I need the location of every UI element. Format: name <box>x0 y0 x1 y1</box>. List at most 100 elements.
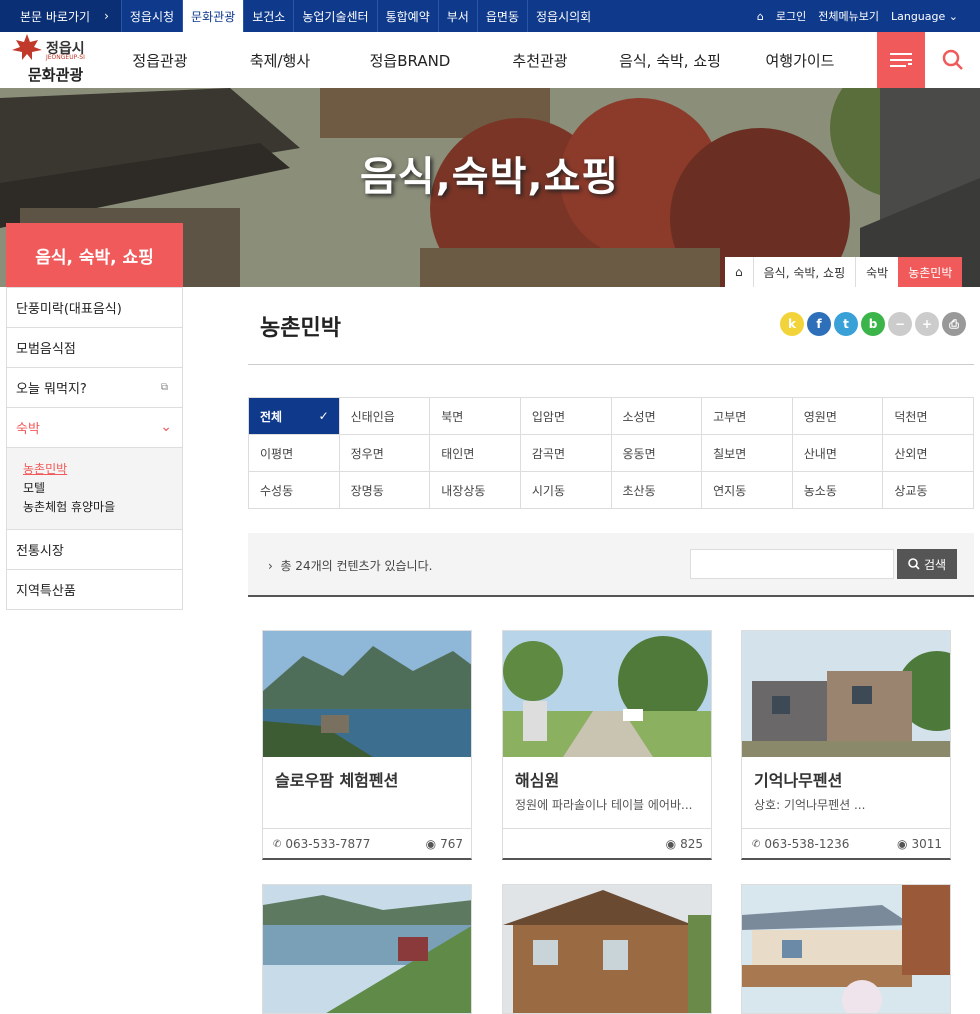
list-item[interactable]: 해심원 정원에 파라솔이나 테이블 에어바... ◉ 825 <box>502 630 712 860</box>
card-phone: ✆ 063-538-1236 <box>752 837 850 851</box>
card-footer: ✆ 063-533-7877 ◉ 767 <box>263 828 471 859</box>
search-submit-button[interactable]: 검색 <box>897 549 957 579</box>
eye-icon: ◉ <box>425 837 437 851</box>
filter-item[interactable]: 산외면 <box>883 435 974 472</box>
topbar-item-city[interactable]: 정읍시청 <box>120 0 182 32</box>
zoom-in-icon[interactable]: + <box>915 312 939 336</box>
search-bar: › 총 24개의 컨텐츠가 있습니다. 검색 <box>248 533 974 597</box>
filter-item[interactable]: 입암면 <box>520 398 612 435</box>
filter-item[interactable]: 감곡면 <box>520 435 612 472</box>
nav-brand[interactable]: 정읍BRAND <box>345 32 475 88</box>
sidebar-item-food[interactable]: 단풍미락(대표음식) <box>7 287 182 327</box>
menu-button[interactable] <box>877 32 925 88</box>
page-title: 농촌민박 <box>260 316 341 341</box>
topbar-item-agri[interactable]: 농업기술센터 <box>293 0 376 32</box>
filter-item[interactable]: 정우면 <box>339 435 431 472</box>
chevron-down-icon: ⌄ <box>948 9 958 23</box>
filter-item[interactable]: 신태인읍 <box>339 398 431 435</box>
zoom-out-icon[interactable]: − <box>888 312 912 336</box>
breadcrumb-current[interactable]: 농촌민박 <box>898 257 963 287</box>
list-item[interactable]: 기억나무펜션 상호: 기억나무펜션 ... ✆ 063-538-1236 ◉ 301… <box>741 630 951 860</box>
top-bar: 본문 바로가기 › 정읍시청 문화관광 보건소 농업기술센터 통합예약 부서 읍면… <box>0 0 980 32</box>
hero-title: 음식,숙박,쇼핑 <box>360 154 620 200</box>
maple-leaf-icon <box>12 34 42 60</box>
result-count: › 총 24개의 컨텐츠가 있습니다. <box>268 559 433 573</box>
twitter-icon[interactable]: t <box>834 312 858 336</box>
filter-item[interactable]: 수성동 <box>249 472 340 509</box>
filter-item[interactable]: 내장상동 <box>430 472 521 509</box>
facebook-icon[interactable]: f <box>807 312 831 336</box>
area-filter: 전체 ✓ 신태인읍 북면 입암면 소성면 고부면 영원면 덕천면 이평면 정우면 … <box>248 397 974 509</box>
home-icon[interactable]: ⌂ <box>725 257 753 287</box>
nav-guide[interactable]: 여행가이드 <box>735 32 865 88</box>
sidebar-item-market[interactable]: 전통시장 <box>7 529 182 569</box>
filter-item[interactable]: 고부면 <box>702 398 793 435</box>
chevron-right-icon: › <box>268 559 273 573</box>
login-link[interactable]: 로그인 <box>776 8 806 24</box>
filter-item[interactable]: 시기동 <box>520 472 612 509</box>
filter-item[interactable]: 북면 <box>430 398 521 435</box>
share-buttons: k f t b − + ⎙ <box>780 312 966 336</box>
card-views: ◉ 825 <box>665 837 703 851</box>
nav-festival[interactable]: 축제/행사 <box>215 32 345 88</box>
list-item-image[interactable] <box>262 884 472 1014</box>
filter-item[interactable]: 소성면 <box>611 398 703 435</box>
sidebar-item-specialty[interactable]: 지역특산품 <box>7 569 182 609</box>
sidebar-title: 음식, 숙박, 쇼핑 <box>6 223 183 287</box>
site-logo[interactable]: 정읍시 JEONGEUP-SI 문화관광 <box>0 32 105 88</box>
filter-item[interactable]: 산내면 <box>792 435 884 472</box>
band-icon[interactable]: b <box>861 312 885 336</box>
nav-food[interactable]: 음식, 숙박, 쇼핑 <box>605 32 735 88</box>
topbar-item-council[interactable]: 정읍시의회 <box>526 0 599 32</box>
filter-item[interactable]: 농소동 <box>792 472 884 509</box>
submenu-item-village[interactable]: 농촌체험 휴양마을 <box>23 498 166 517</box>
submenu-item-farmstay[interactable]: 농촌민박 <box>23 460 166 479</box>
search-icon <box>942 49 963 70</box>
nav-recommend[interactable]: 추천관광 <box>475 32 605 88</box>
sitemap-link[interactable]: 전체메뉴보기 <box>818 8 879 24</box>
filter-item[interactable]: 장명동 <box>339 472 431 509</box>
search-input[interactable] <box>690 549 894 579</box>
nav-tourism[interactable]: 정읍관광 <box>105 32 215 88</box>
submenu-item-motel[interactable]: 모텔 <box>23 479 166 498</box>
sidebar-item-restaurant[interactable]: 모범음식점 <box>7 327 182 367</box>
sidebar-item-today[interactable]: 오늘 뭐먹지? ⧉ <box>7 367 182 407</box>
card-desc: 상호: 기억나무펜션 ... <box>754 798 866 812</box>
filter-item[interactable]: 칠보면 <box>702 435 793 472</box>
print-icon[interactable]: ⎙ <box>942 312 966 336</box>
filter-item[interactable]: 옹동면 <box>611 435 703 472</box>
topbar-item-reserve[interactable]: 통합예약 <box>376 0 438 32</box>
card-image <box>742 631 950 757</box>
search-button[interactable] <box>925 32 980 88</box>
topbar-item-dept[interactable]: 부서 <box>437 0 477 32</box>
card-views: ◉ 3011 <box>896 837 942 851</box>
filter-item[interactable]: 덕천면 <box>883 398 974 435</box>
sidebar-item-lodging[interactable]: 숙박 ⌄ <box>7 407 182 447</box>
filter-item[interactable]: 상교동 <box>883 472 974 509</box>
topbar-item-culture[interactable]: 문화관광 <box>182 0 244 32</box>
header: 정읍시 JEONGEUP-SI 문화관광 정읍관광 축제/행사 정읍BRAND … <box>0 32 980 88</box>
topbar-item-health[interactable]: 보건소 <box>243 0 293 32</box>
kakao-icon[interactable]: k <box>780 312 804 336</box>
list-item[interactable]: 슬로우팜 체험펜션 ✆ 063-533-7877 ◉ 767 <box>262 630 472 860</box>
new-window-icon: ⧉ <box>160 382 168 393</box>
filter-item[interactable]: 태인면 <box>430 435 521 472</box>
filter-item[interactable]: 초산동 <box>611 472 703 509</box>
filter-item[interactable]: 연지동 <box>702 472 793 509</box>
list-item-image[interactable] <box>502 884 712 1014</box>
filter-item[interactable]: 이평면 <box>249 435 340 472</box>
breadcrumb-item[interactable]: 음식, 숙박, 쇼핑 <box>752 257 856 287</box>
skip-link[interactable]: 본문 바로가기 › <box>0 0 121 32</box>
language-select[interactable]: Language ⌄ <box>891 10 958 23</box>
topbar-item-town[interactable]: 읍면동 <box>476 0 527 32</box>
list-item-image[interactable] <box>741 884 951 1014</box>
filter-item[interactable]: 영원면 <box>792 398 884 435</box>
card-image <box>503 631 711 757</box>
breadcrumb: ⌂ 음식, 숙박, 쇼핑 숙박 농촌민박 <box>725 257 963 287</box>
card-image <box>263 631 471 757</box>
home-icon[interactable]: ⌂ <box>757 10 764 23</box>
menu-icon <box>890 53 912 67</box>
card-footer: ◉ 825 <box>503 828 711 859</box>
filter-all[interactable]: 전체 ✓ <box>249 398 340 435</box>
breadcrumb-item[interactable]: 숙박 <box>855 257 898 287</box>
